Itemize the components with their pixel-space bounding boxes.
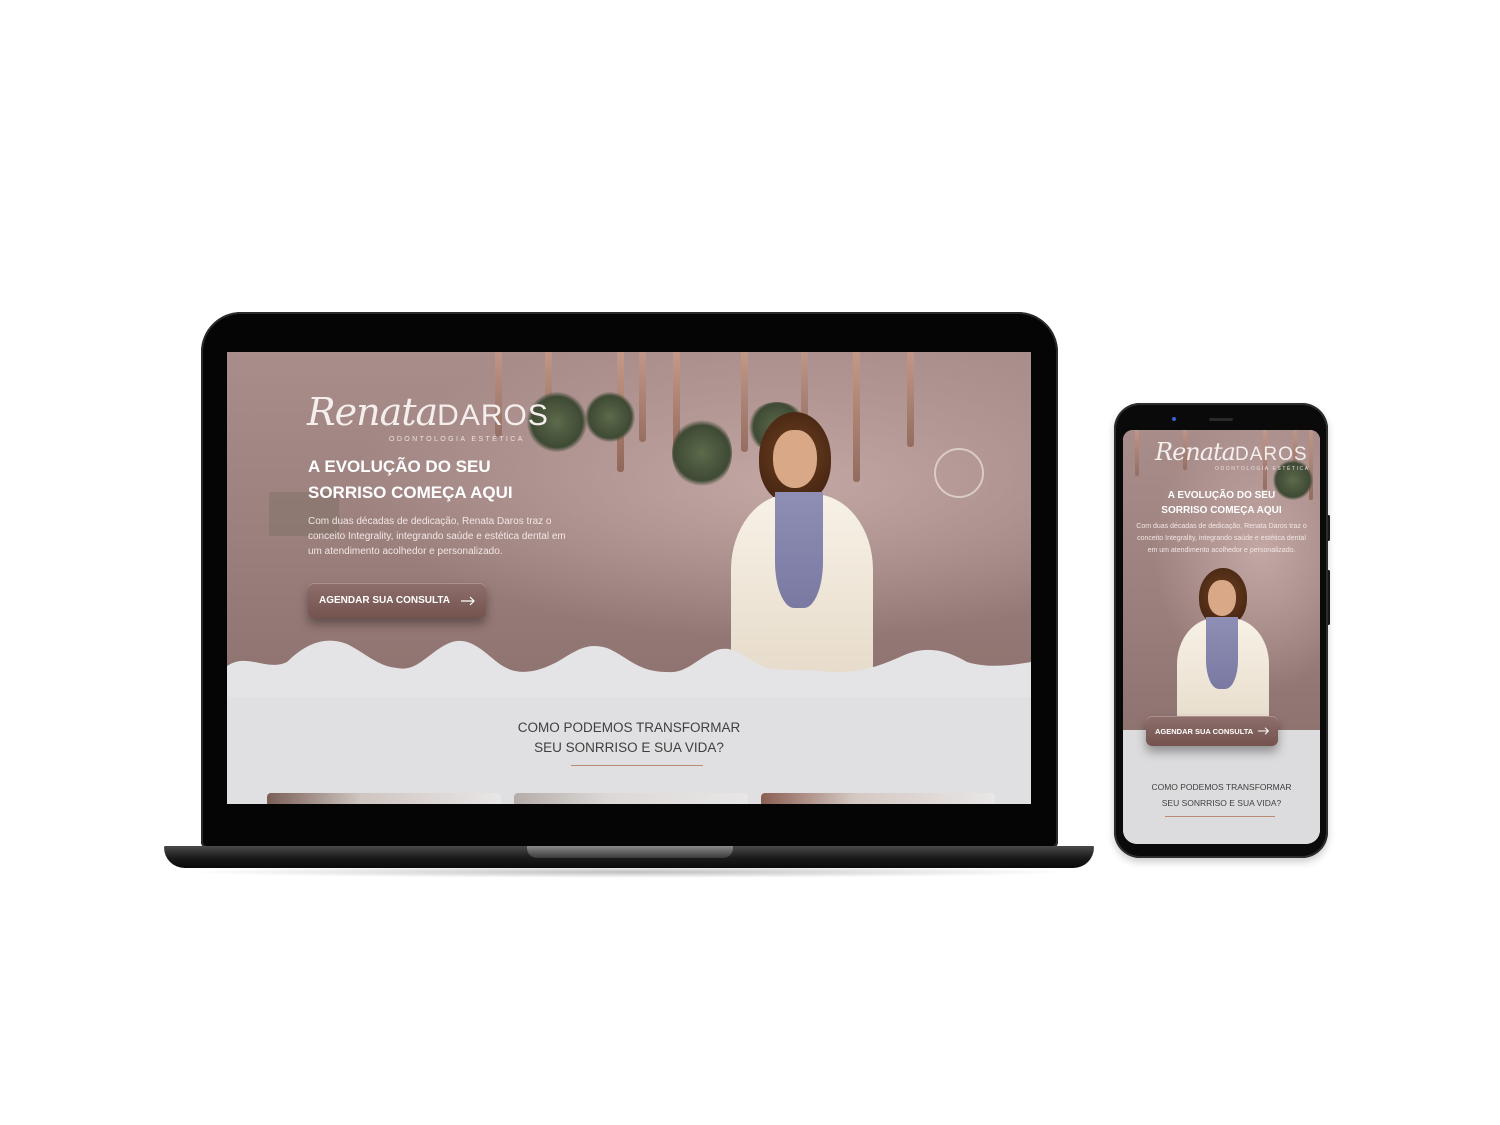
mobile-brand-logo-script: Renata	[1155, 438, 1236, 466]
services-title-line2: SEU SONRRISO E SUA VIDA?	[534, 740, 724, 755]
hero-headline-line1: A EVOLUÇÃO DO SEU	[308, 457, 491, 476]
brand-logo[interactable]: RenataDAROS ODONTOLOGIA ESTÉTICA	[307, 390, 549, 443]
plant-decoration	[672, 418, 732, 488]
hero-description-line1: Com duas décadas de dedicação, Renata Da…	[308, 516, 552, 527]
front-camera	[1172, 417, 1176, 421]
mobile-services-divider	[1165, 816, 1275, 817]
mobile-schedule-appointment-button[interactable]: AGENDAR SUA CONSULTA	[1146, 716, 1279, 746]
mobile-services-title-line1: COMO PODEMOS TRANSFORMAR	[1151, 782, 1292, 792]
mobile-brand-tagline: ODONTOLOGIA ESTÉTICA	[1215, 466, 1310, 472]
phone-screen: RenataDAROS ODONTOLOGIA ESTÉTICA A EVOLU…	[1123, 430, 1320, 844]
service-card[interactable]	[514, 793, 748, 804]
arrow-right-icon	[1258, 727, 1270, 735]
mobile-hero-description-line1: Com duas décadas de dedicação, Renata Da…	[1136, 523, 1307, 530]
service-card[interactable]	[267, 793, 501, 804]
mobile-hero-description-line2: conceito Integrality, integrando saúde e…	[1137, 535, 1306, 542]
mobile-hero-headline-line1: A EVOLUÇÃO DO SEU	[1167, 490, 1276, 501]
mobile-services-title: COMO PODEMOS TRANSFORMAR SEU SONRRISO E …	[1123, 779, 1320, 811]
laptop-hinge	[527, 846, 733, 858]
mobile-hero-description-line3: em um atendimento acolhedor e personaliz…	[1147, 547, 1296, 554]
hero-description-line2: conceito Integrality, integrando saúde e…	[308, 531, 566, 542]
services-divider	[571, 765, 703, 766]
hero-description: Com duas décadas de dedicação, Renata Da…	[308, 514, 566, 559]
brand-tagline: ODONTOLOGIA ESTÉTICA	[389, 436, 525, 443]
brand-logo-caps: DAROS	[437, 399, 549, 432]
mobile-brand-logo-caps: DAROS	[1235, 444, 1308, 465]
brand-logo-script: Renata	[307, 390, 438, 434]
hero-headline-line2: SORRISO COMEÇA AQUI	[308, 483, 513, 502]
plant-decoration	[585, 392, 635, 442]
hero-description-line3: um atendimento acolhedor e personalizado…	[308, 546, 503, 557]
mobile-hero-headline-line2: SORRISO COMEÇA AQUI	[1161, 505, 1282, 516]
mobile-hero-headline: A EVOLUÇÃO DO SEU SORRISO COMEÇA AQUI	[1123, 488, 1320, 518]
mobile-schedule-appointment-label: AGENDAR SUA CONSULTA	[1155, 726, 1254, 736]
mobile-services-title-line2: SEU SONRRISO E SUA VIDA?	[1161, 798, 1282, 808]
laptop-shadow	[180, 866, 1080, 878]
services-title: COMO PODEMOS TRANSFORMAR SEU SONRRISO E …	[227, 718, 1031, 758]
services-title-line1: COMO PODEMOS TRANSFORMAR	[517, 720, 741, 735]
hero-headline: A EVOLUÇÃO DO SEU SORRISO COMEÇA AQUI	[308, 454, 513, 506]
schedule-appointment-button[interactable]: AGENDAR SUA CONSULTA	[308, 583, 486, 618]
hero-wave-divider	[227, 640, 1031, 702]
mobile-hero-description: Com duas décadas de dedicação, Renata Da…	[1123, 521, 1320, 557]
mobile-dentist-photo	[1173, 568, 1273, 728]
arrow-right-icon	[460, 596, 475, 605]
laptop-screen: RenataDAROS ODONTOLOGIA ESTÉTICA A EVOLU…	[227, 352, 1031, 804]
phone-speaker	[1209, 418, 1233, 421]
service-card[interactable]	[761, 793, 995, 804]
schedule-appointment-label: AGENDAR SUA CONSULTA	[319, 595, 450, 606]
mobile-hero-section: RenataDAROS ODONTOLOGIA ESTÉTICA A EVOLU…	[1123, 430, 1320, 730]
wall-clock	[934, 448, 984, 498]
mobile-brand-logo[interactable]: RenataDAROS ODONTOLOGIA ESTÉTICA	[1155, 438, 1310, 472]
